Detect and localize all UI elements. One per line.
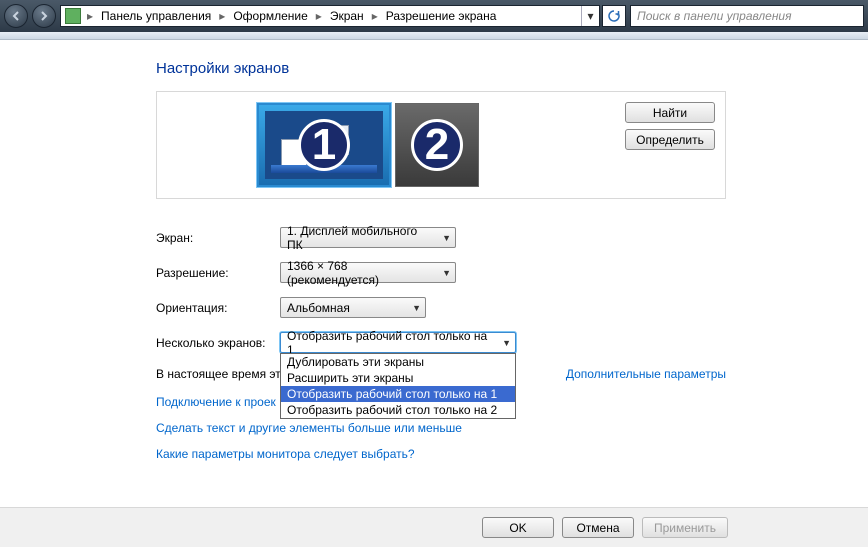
chevron-down-icon: ▼ [502, 338, 511, 348]
chevron-right-icon: ▸ [217, 9, 227, 23]
refresh-button[interactable] [602, 5, 626, 27]
monitor-params-link[interactable]: Какие параметры монитора следует выбрать… [156, 447, 415, 461]
display-label: Экран: [156, 231, 280, 245]
detect-button[interactable]: Найти [625, 102, 715, 123]
chevron-right-icon: ▸ [85, 9, 95, 23]
arrow-left-icon [11, 11, 21, 21]
dropdown-option[interactable]: Отобразить рабочий стол только на 2 [281, 402, 515, 418]
chevron-down-icon: ▼ [442, 233, 451, 243]
refresh-icon [607, 9, 621, 23]
current-note: В настоящее время это [156, 367, 287, 381]
multiple-displays-dropdown[interactable]: Отобразить рабочий стол только на 1 ▼ Ду… [280, 332, 516, 353]
text-size-link[interactable]: Сделать текст и другие элементы больше и… [156, 421, 462, 435]
display-preview: 1 2 Найти Определить [156, 91, 726, 199]
search-input[interactable]: Поиск в панели управления [630, 5, 864, 27]
nav-back-button[interactable] [4, 4, 28, 28]
breadcrumb-item[interactable]: Экран [324, 6, 370, 26]
dropdown-option[interactable]: Отобразить рабочий стол только на 1 [281, 386, 515, 402]
chevron-right-icon: ▸ [314, 9, 324, 23]
breadcrumb-item[interactable]: Оформление [227, 6, 313, 26]
monitor-number: 2 [411, 119, 463, 171]
breadcrumb-item[interactable]: Разрешение экрана [380, 6, 503, 26]
display-dropdown[interactable]: 1. Дисплей мобильного ПК ▼ [280, 227, 456, 248]
identify-button[interactable]: Определить [625, 129, 715, 150]
address-bar: ▸ Панель управления ▸ Оформление ▸ Экран… [0, 0, 868, 32]
breadcrumb-item[interactable]: Панель управления [95, 6, 217, 26]
orientation-label: Ориентация: [156, 301, 280, 315]
nav-forward-button[interactable] [32, 4, 56, 28]
monitor-2[interactable]: 2 [395, 103, 479, 187]
ok-button[interactable]: OK [482, 517, 554, 538]
chevron-right-icon: ▸ [370, 9, 380, 23]
arrow-right-icon [39, 11, 49, 21]
dropdown-list: Дублировать эти экраны Расширить эти экр… [280, 353, 516, 419]
breadcrumb[interactable]: ▸ Панель управления ▸ Оформление ▸ Экран… [60, 5, 600, 27]
monitor-number: 1 [298, 119, 350, 171]
address-dropdown-button[interactable]: ▾ [581, 6, 599, 26]
dialog-buttons: OK Отмена Применить [0, 507, 868, 547]
resolution-label: Разрешение: [156, 266, 280, 280]
advanced-settings-link[interactable]: Дополнительные параметры [566, 367, 726, 381]
content-area: Настройки экранов 1 2 Найти Определить Э… [0, 40, 868, 487]
cancel-button[interactable]: Отмена [562, 517, 634, 538]
monitor-1[interactable]: 1 [257, 103, 391, 187]
chevron-down-icon: ▼ [412, 303, 421, 313]
apply-button: Применить [642, 517, 728, 538]
projector-link[interactable]: Подключение к проек [156, 395, 276, 409]
resolution-dropdown[interactable]: 1366 × 768 (рекомендуется) ▼ [280, 262, 456, 283]
page-title: Настройки экранов [156, 60, 868, 77]
orientation-dropdown[interactable]: Альбомная ▼ [280, 297, 426, 318]
toolbar [0, 32, 868, 40]
dropdown-option[interactable]: Дублировать эти экраны [281, 354, 515, 370]
control-panel-icon [65, 8, 81, 24]
dropdown-option[interactable]: Расширить эти экраны [281, 370, 515, 386]
chevron-down-icon: ▼ [442, 268, 451, 278]
multiple-displays-label: Несколько экранов: [156, 336, 280, 350]
